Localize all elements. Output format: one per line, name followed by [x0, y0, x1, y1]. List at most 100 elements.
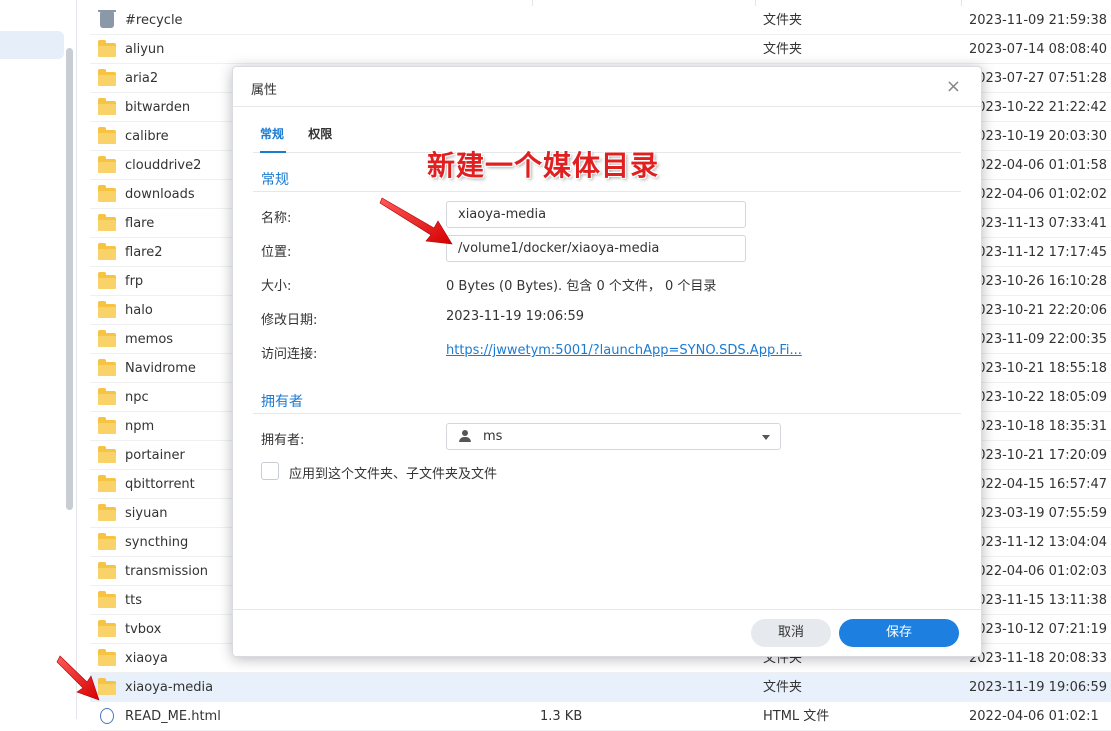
folder-icon [98, 127, 116, 144]
file-modified-date: 2023-10-18 18:35:31 [969, 419, 1108, 434]
folder-icon [98, 533, 116, 550]
sidebar-selected-item[interactable] [0, 31, 64, 59]
file-modified-date: 2023-10-19 20:03:30 [969, 129, 1108, 144]
folder-icon [98, 69, 116, 86]
file-name: syncthing [125, 535, 189, 550]
user-icon [459, 430, 471, 442]
file-type: 文件夹 [763, 42, 803, 57]
annotation-arrow-list [56, 655, 100, 701]
file-name: transmission [125, 564, 209, 579]
sidebar [0, 0, 77, 719]
active-tab-indicator [260, 151, 286, 153]
sidebar-scrollbar[interactable] [66, 48, 73, 510]
folder-icon [98, 156, 116, 173]
file-name: npc [125, 390, 149, 405]
file-name: aliyun [125, 42, 165, 57]
file-name: portainer [125, 448, 185, 463]
file-modified-date: 2023-11-19 19:06:59 [969, 680, 1108, 695]
file-modified-date: 2022-04-15 16:57:47 [969, 477, 1108, 492]
tab-permissions[interactable]: 权限 [308, 125, 332, 148]
annotation-text: 新建一个媒体目录 [427, 149, 660, 182]
file-modified-date: 2023-10-21 17:20:09 [969, 448, 1108, 463]
folder-icon [98, 388, 116, 405]
close-icon[interactable]: × [946, 76, 961, 97]
apply-recursive-checkbox[interactable] [261, 462, 279, 480]
tab-bar: 常规 权限 [260, 125, 352, 148]
file-modified-date: 2022-04-06 01:01:58 [969, 158, 1108, 173]
file-modified-date: 2023-11-09 22:00:35 [969, 332, 1108, 347]
file-name: Navidrome [125, 361, 196, 376]
divider [233, 609, 981, 610]
annotation-arrow-dialog [379, 197, 453, 245]
folder-icon [98, 40, 116, 57]
section-owner-title: 拥有者 [261, 394, 303, 410]
name-label: 名称: [261, 211, 292, 226]
file-type: 文件夹 [763, 13, 803, 28]
modified-date-value: 2023-11-19 19:06:59 [446, 309, 585, 324]
owner-select[interactable]: ms [446, 423, 781, 450]
file-name: frp [125, 274, 144, 289]
dialog-title: 属性 [251, 83, 278, 98]
tab-general[interactable]: 常规 [260, 125, 284, 148]
cancel-button[interactable]: 取消 [751, 619, 831, 647]
file-name: downloads [125, 187, 195, 202]
owner-select-value: ms [483, 429, 503, 444]
file-modified-date: 2023-11-09 21:59:38 [969, 13, 1108, 28]
file-modified-date: 2023-11-13 07:33:41 [969, 216, 1108, 231]
folder-icon [98, 98, 116, 115]
file-modified-date: 2022-04-06 01:02:03 [969, 564, 1108, 579]
divider [253, 413, 961, 414]
file-row[interactable]: READ_ME.html 1.3 KB HTML 文件 2022-04-06 01:0… [90, 702, 1111, 731]
file-name: npm [125, 419, 155, 434]
file-name: siyuan [125, 506, 168, 521]
name-field[interactable]: xiaoya-media [446, 201, 746, 228]
file-modified-date: 2023-07-14 08:08:40 [969, 42, 1108, 57]
file-row[interactable]: #recycle 文件夹 2023-11-09 21:59:38 [90, 6, 1111, 35]
folder-icon [98, 591, 116, 608]
file-size: 1.3 KB [540, 709, 583, 724]
chevron-down-icon [762, 435, 770, 440]
size-label: 大小: [261, 279, 292, 294]
file-name: tts [125, 593, 142, 608]
folder-icon [98, 185, 116, 202]
file-modified-date: 2023-07-27 07:51:28 [969, 71, 1108, 86]
file-modified-date: 2023-10-12 07:21:19 [969, 622, 1108, 637]
location-field[interactable]: /volume1/docker/xiaoya-media [446, 235, 746, 262]
section-general-title: 常规 [261, 172, 289, 188]
file-modified-date: 2023-11-12 17:17:45 [969, 245, 1108, 260]
html-file-icon [98, 708, 116, 724]
file-name: xiaoya-media [125, 680, 214, 695]
file-modified-date: 2023-10-21 18:55:18 [969, 361, 1108, 376]
file-modified-date: 2022-04-06 01:02:1 [969, 709, 1099, 724]
folder-icon [98, 417, 116, 434]
folder-icon [98, 214, 116, 231]
file-name: tvbox [125, 622, 162, 637]
file-modified-date: 2023-10-22 21:22:42 [969, 100, 1108, 115]
folder-icon [98, 272, 116, 289]
size-value: 0 Bytes (0 Bytes). 包含 0 个文件， 0 个目录 [446, 279, 717, 294]
file-modified-date: 2023-11-15 13:11:38 [969, 593, 1108, 608]
folder-icon [98, 359, 116, 376]
file-name: READ_ME.html [125, 709, 221, 724]
file-modified-date: 2022-04-06 01:02:02 [969, 187, 1108, 202]
file-name: aria2 [125, 71, 159, 86]
file-row[interactable]: xiaoya-media 文件夹 2023-11-19 19:06:59 [90, 673, 1111, 702]
folder-icon [98, 620, 116, 637]
save-button[interactable]: 保存 [839, 619, 959, 647]
folder-icon [98, 504, 116, 521]
file-name: bitwarden [125, 100, 191, 115]
folder-icon [98, 330, 116, 347]
file-type: 文件夹 [763, 680, 803, 695]
file-name: calibre [125, 129, 169, 144]
file-modified-date: 2023-11-12 13:04:04 [969, 535, 1108, 550]
file-name: halo [125, 303, 153, 318]
trash-icon [98, 10, 116, 28]
owner-label: 拥有者: [261, 433, 305, 448]
folder-icon [98, 301, 116, 318]
file-name: #recycle [125, 13, 183, 28]
divider [233, 106, 981, 107]
file-name: flare [125, 216, 155, 231]
folder-icon [98, 475, 116, 492]
access-link[interactable]: https://jwwetym:5001/?launchApp=SYNO.SDS… [446, 343, 802, 358]
file-row[interactable]: aliyun 文件夹 2023-07-14 08:08:40 [90, 35, 1111, 64]
